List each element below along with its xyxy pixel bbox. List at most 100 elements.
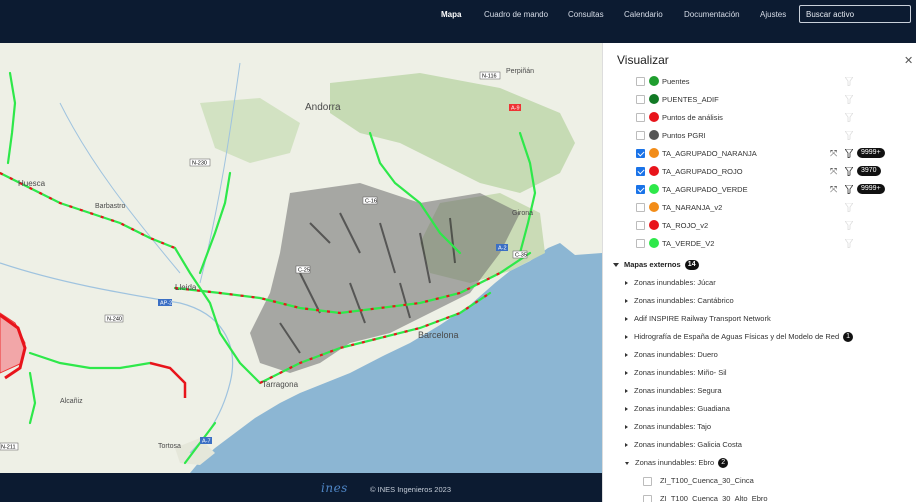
layer-row[interactable]: TA_AGRUPADO_VERDE ⤧ 9999+ (603, 183, 916, 201)
place-andorra: Andorra (305, 102, 341, 113)
external-map-item[interactable]: Zonas inundables: Guadiana (625, 404, 730, 418)
external-map-item[interactable]: Zonas inundables: Tajo (625, 422, 711, 436)
filter-icon[interactable] (845, 203, 853, 212)
layer-row[interactable]: TA_NARANJA_v2 (603, 201, 916, 219)
layer-row[interactable]: TA_AGRUPADO_NARANJA ⤧ 9999+ (603, 147, 916, 165)
layer-label: TA_ROJO_v2 (662, 221, 709, 230)
external-map-label: Zonas inundables: Duero (634, 350, 718, 359)
external-map-item[interactable]: Adif INSPIRE Railway Transport Network (625, 314, 771, 328)
layer-checkbox[interactable] (636, 131, 645, 140)
external-map-label: Zonas inundables: Miño- Sil (634, 368, 727, 377)
group-label: Mapas externos (624, 260, 681, 269)
layer-color-dot (649, 94, 659, 104)
sublayer-checkbox[interactable] (643, 494, 652, 502)
layer-color-dot (649, 202, 659, 212)
copyright-text: © INES Ingenieros 2023 (370, 485, 451, 494)
external-map-item[interactable]: Zonas inundables: Miño- Sil (625, 368, 727, 382)
layer-label: TA_NARANJA_v2 (662, 203, 723, 212)
nav-calendario[interactable]: Calendario (624, 10, 663, 19)
layer-color-dot (649, 148, 659, 158)
external-map-item[interactable]: Zonas inundables: Segura (625, 386, 722, 400)
layer-row[interactable]: TA_ROJO_v2 (603, 219, 916, 237)
group-count-badge: 14 (684, 260, 699, 271)
external-map-label: Zonas inundables: Tajo (634, 422, 711, 431)
filter-icon[interactable] (845, 95, 853, 104)
layer-row[interactable]: Puntos PGRI (603, 129, 916, 147)
external-map-item[interactable]: Zonas inundables: Cantábrico (625, 296, 734, 310)
layer-color-dot (649, 76, 659, 86)
layer-row[interactable]: Puntos de análisis (603, 111, 916, 129)
caret-right-icon (625, 443, 628, 448)
sublayer-item[interactable]: ZI_T100_Cuenca_30_Cinca (643, 476, 754, 490)
nav-ajustes[interactable]: Ajustes (760, 10, 786, 19)
layer-checkbox[interactable] (636, 239, 645, 248)
place-perpinan: Perpiñán (506, 68, 534, 75)
external-map-item[interactable]: Hidrografía de España de Aguas Físicas y… (625, 332, 854, 346)
nav-documentacion[interactable]: Documentación (684, 10, 740, 19)
sublayer-checkbox[interactable] (643, 476, 652, 486)
layer-label: PUENTES_ADIF (662, 95, 719, 104)
filter-icon[interactable] (845, 167, 853, 176)
layer-checkbox[interactable] (636, 113, 645, 122)
nav-mapa[interactable]: Mapa (441, 10, 461, 19)
road-c35: C-35 (515, 253, 527, 259)
filter-icon[interactable] (845, 77, 853, 86)
map-svg: Andorra Perpiñán Huesca Barbastro Lleida… (0, 43, 602, 473)
layer-row[interactable]: TA_AGRUPADO_ROJO ⤧ 3970 (603, 165, 916, 183)
external-map-item[interactable]: Zonas inundables: Júcar (625, 278, 716, 292)
road-n230: N-230 (192, 161, 207, 167)
place-girona: Girona (512, 210, 533, 217)
layer-checkbox[interactable] (636, 167, 645, 176)
layer-list[interactable]: Puentes PUENTES_ADIF Puntos de análisis … (603, 73, 916, 502)
ines-logo: ines (321, 481, 348, 495)
group-mapas-externos[interactable]: Mapas externos 14 (613, 260, 699, 274)
road-c25: C-25 (298, 268, 310, 274)
place-alcaniz: Alcañiz (60, 398, 83, 405)
layer-label: Puntos de análisis (662, 113, 723, 122)
cluster-icon[interactable]: ⤧ (830, 166, 837, 177)
map-canvas[interactable]: Andorra Perpiñán Huesca Barbastro Lleida… (0, 43, 602, 473)
layer-row[interactable]: TA_VERDE_V2 (603, 237, 916, 255)
place-barcelona: Barcelona (418, 330, 459, 340)
layer-checkbox[interactable] (636, 77, 645, 86)
external-map-item[interactable]: Zonas inundables: Ebro 2 (625, 458, 729, 472)
cluster-icon[interactable]: ⤧ (830, 148, 837, 159)
caret-right-icon (625, 281, 628, 286)
filter-icon[interactable] (845, 113, 853, 122)
visualize-panel: Visualizar ✕ Puentes PUENTES_ADIF Puntos… (602, 43, 916, 502)
close-icon[interactable]: ✕ (904, 54, 913, 67)
nav-cuadro-de-mando[interactable]: Cuadro de mando (484, 10, 548, 19)
layer-color-dot (649, 184, 659, 194)
external-map-label: Adif INSPIRE Railway Transport Network (634, 314, 771, 323)
filter-icon[interactable] (845, 149, 853, 158)
layer-label: Puentes (662, 77, 690, 86)
layer-row[interactable]: Puentes (603, 75, 916, 93)
layer-checkbox[interactable] (636, 149, 645, 158)
filter-icon[interactable] (845, 185, 853, 194)
caret-down-icon (625, 461, 629, 465)
filter-icon[interactable] (845, 239, 853, 248)
external-map-item[interactable]: Zonas inundables: Galicia Costa (625, 440, 742, 454)
layer-checkbox[interactable] (636, 221, 645, 230)
layer-checkbox[interactable] (636, 203, 645, 212)
layer-checkbox[interactable] (636, 95, 645, 104)
road-a2: A-2 (498, 246, 507, 252)
external-map-label: Zonas inundables: Ebro (635, 458, 715, 467)
layer-checkbox[interactable] (636, 185, 645, 194)
layer-label: TA_AGRUPADO_VERDE (662, 185, 748, 194)
caret-right-icon (625, 371, 628, 376)
layer-label: Puntos PGRI (662, 131, 706, 140)
layer-count-badge: 9999+ (857, 184, 885, 194)
cluster-icon[interactable]: ⤧ (830, 184, 837, 195)
nav-consultas[interactable]: Consultas (568, 10, 604, 19)
layer-row[interactable]: PUENTES_ADIF (603, 93, 916, 111)
caret-right-icon (625, 389, 628, 394)
search-asset-input[interactable] (799, 5, 911, 23)
caret-right-icon (625, 353, 628, 358)
caret-right-icon (625, 317, 628, 322)
layer-count-badge: 3970 (857, 166, 881, 176)
external-map-item[interactable]: Zonas inundables: Duero (625, 350, 718, 364)
filter-icon[interactable] (845, 131, 853, 140)
sublayer-item[interactable]: ZI_T100_Cuenca_30_Alto_Ebro (643, 494, 768, 502)
filter-icon[interactable] (845, 221, 853, 230)
